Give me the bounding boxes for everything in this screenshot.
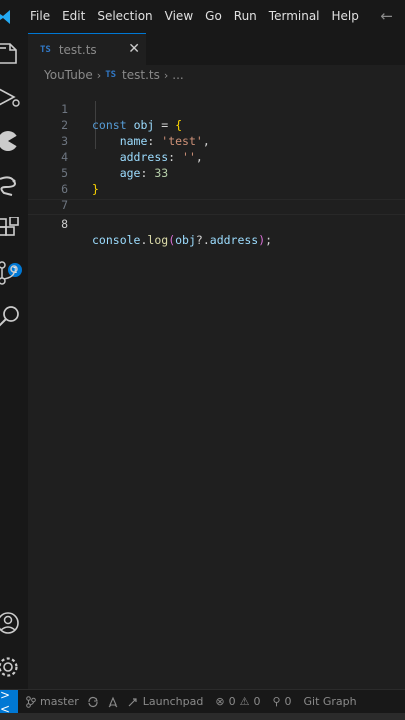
tab-test-ts[interactable]: TS test.ts ✕ (28, 33, 146, 65)
settings-icon[interactable] (0, 649, 28, 685)
code-line-3[interactable]: 3 address: '', (28, 117, 405, 164)
code-line-1[interactable]: 1 const obj = { (28, 85, 405, 132)
breadcrumb-more[interactable]: ... (172, 68, 183, 82)
chevron-right-icon: › (163, 68, 169, 82)
code-line-2[interactable]: 2 name: 'test', (28, 101, 405, 148)
account-icon[interactable] (0, 605, 28, 641)
git-graph-label: Git Graph (303, 695, 357, 708)
menu-items: File Edit Selection View Go Run Terminal… (24, 0, 365, 33)
snake-extension-icon[interactable] (0, 167, 28, 203)
menu-edit[interactable]: Edit (56, 0, 91, 33)
activity-bar: 1 (0, 33, 28, 689)
token-property: address (209, 233, 259, 247)
token-semicolon: ; (265, 233, 273, 247)
tab-bar: TS test.ts ✕ (28, 33, 405, 65)
remote-indicator-icon[interactable]: >< (0, 688, 18, 716)
menu-bar: File Edit Selection View Go Run Terminal… (0, 0, 405, 33)
chevron-right-icon: › (96, 68, 102, 82)
rocket-icon[interactable] (107, 696, 119, 708)
run-debug-icon[interactable] (0, 79, 28, 115)
menu-selection[interactable]: Selection (91, 0, 158, 33)
source-control-icon[interactable] (0, 255, 28, 291)
extensions-icon[interactable] (0, 211, 28, 247)
token-function: log (147, 233, 169, 247)
ports-count: 0 (284, 695, 292, 708)
status-bar: >< master Launchpad ⊗ 0 ⚠ 0 ⚲ 0 Git Grap… (0, 688, 405, 716)
launchpad-icon (128, 697, 137, 706)
close-icon[interactable]: ✕ (128, 41, 140, 57)
ports-indicator[interactable]: ⚲ 0 (268, 695, 291, 708)
code-line-5[interactable]: 5 } (28, 149, 405, 196)
code-line-7[interactable]: 7 (28, 181, 405, 212)
error-icon: ⊗ (215, 695, 225, 708)
menu-run[interactable]: Run (228, 0, 263, 33)
problems-indicator[interactable]: ⊗ 0 ⚠ 0 (211, 695, 260, 708)
back-arrow-icon[interactable]: ← (380, 0, 393, 33)
tab-label: test.ts (58, 42, 97, 57)
menu-file[interactable]: File (24, 0, 56, 33)
warning-icon: ⚠ (239, 695, 250, 708)
explorer-icon[interactable] (0, 35, 28, 71)
breadcrumb-folder[interactable]: YouTube (44, 68, 93, 82)
code-line-8[interactable]: 8 console.log(obj?.address); (28, 199, 405, 247)
search-icon[interactable] (0, 299, 28, 335)
code-editor[interactable]: 1 const obj = { 2 name: 'test', 3 addres… (28, 85, 405, 689)
branch-name: master (40, 695, 79, 708)
launchpad-label: Launchpad (142, 695, 204, 708)
token-optional-chain: ?. (195, 233, 210, 247)
error-count: 0 (228, 695, 236, 708)
pie-extension-icon[interactable] (0, 123, 28, 159)
launchpad-item[interactable]: Launchpad (127, 695, 204, 708)
token-variable: obj (175, 233, 196, 247)
ports-icon: ⚲ (272, 695, 281, 708)
breadcrumb: YouTube › TS test.ts › ... (28, 65, 405, 85)
code-line-6[interactable]: 6 (28, 165, 405, 196)
git-graph-item[interactable]: Git Graph (300, 695, 357, 708)
token-variable: console (92, 233, 141, 247)
menu-help[interactable]: Help (326, 0, 365, 33)
menu-view[interactable]: View (159, 0, 199, 33)
warning-count: 0 (253, 695, 261, 708)
code-line-4[interactable]: 4 age: 33 (28, 133, 405, 180)
bottom-strip (0, 713, 405, 720)
breadcrumb-file[interactable]: test.ts (122, 68, 160, 82)
menu-terminal[interactable]: Terminal (263, 0, 326, 33)
typescript-file-icon: TS (105, 70, 117, 80)
sync-icon[interactable] (87, 696, 99, 708)
typescript-file-icon: TS (40, 44, 51, 55)
branch-indicator[interactable]: master (26, 695, 79, 708)
git-branch-icon (26, 695, 36, 708)
menu-go[interactable]: Go (199, 0, 228, 33)
vscode-logo-icon[interactable] (0, 0, 16, 33)
line-number: 8 (61, 217, 68, 231)
